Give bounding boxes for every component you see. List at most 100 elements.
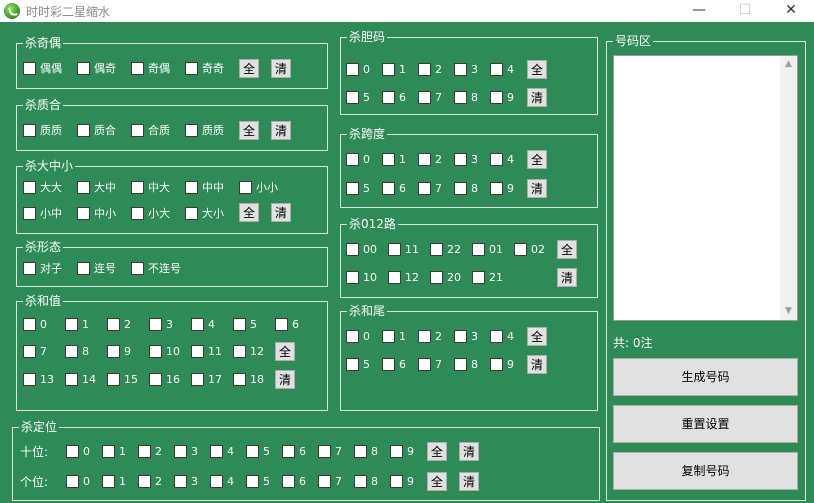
road-checkbox[interactable]: 22 <box>430 242 461 256</box>
checkbox-box[interactable] <box>318 474 331 488</box>
checkbox-box[interactable] <box>354 474 367 488</box>
sum-checkbox[interactable]: 9 <box>107 344 131 358</box>
units-clear-button[interactable]: 清 <box>459 472 479 491</box>
numbers-textarea[interactable]: ▲ ▼ <box>613 55 798 321</box>
checkbox-box[interactable] <box>107 317 120 331</box>
checkbox-box[interactable] <box>131 206 144 220</box>
tens-digit-checkbox[interactable]: 6 <box>282 444 306 458</box>
checkbox-box[interactable] <box>490 329 503 343</box>
size-checkbox[interactable]: 小中 <box>23 206 62 220</box>
minimize-button[interactable]: — <box>676 0 722 22</box>
checkbox-box[interactable] <box>23 261 36 275</box>
size-checkbox[interactable]: 大大 <box>23 180 62 194</box>
checkbox-box[interactable] <box>66 474 79 488</box>
scroll-up-icon[interactable]: ▲ <box>780 56 797 73</box>
tens-digit-checkbox[interactable]: 2 <box>138 444 162 458</box>
checkbox-box[interactable] <box>23 317 36 331</box>
checkbox-box[interactable] <box>23 180 36 194</box>
checkbox-box[interactable] <box>490 62 503 76</box>
sum-tail-checkbox[interactable]: 6 <box>382 357 406 371</box>
checkbox-box[interactable] <box>233 344 246 358</box>
road-select-all-button[interactable]: 全 <box>557 240 577 259</box>
span-checkbox[interactable]: 9 <box>490 181 514 195</box>
sum-checkbox[interactable]: 7 <box>23 344 47 358</box>
odd-even-checkbox[interactable]: 奇奇 <box>185 61 224 75</box>
checkbox-box[interactable] <box>23 61 36 75</box>
odd-even-select-all-button[interactable]: 全 <box>239 59 259 78</box>
checkbox-box[interactable] <box>191 344 204 358</box>
checkbox-box[interactable] <box>430 242 443 256</box>
checkbox-box[interactable] <box>454 329 467 343</box>
checkbox-box[interactable] <box>382 357 395 371</box>
odd-even-clear-button[interactable]: 清 <box>271 59 291 78</box>
units-digit-checkbox[interactable]: 4 <box>210 474 234 488</box>
checkbox-box[interactable] <box>77 180 90 194</box>
copy-button[interactable]: 复制号码 <box>613 452 798 490</box>
road-checkbox[interactable]: 10 <box>346 270 377 284</box>
checkbox-box[interactable] <box>346 270 359 284</box>
checkbox-box[interactable] <box>246 444 259 458</box>
sum-checkbox[interactable]: 1 <box>65 317 89 331</box>
checkbox-box[interactable] <box>418 90 431 104</box>
checkbox-box[interactable] <box>382 152 395 166</box>
size-checkbox[interactable]: 大小 <box>185 206 224 220</box>
checkbox-box[interactable] <box>102 444 115 458</box>
checkbox-box[interactable] <box>282 444 295 458</box>
shape-checkbox[interactable]: 连号 <box>77 261 116 275</box>
span-checkbox[interactable]: 2 <box>418 152 442 166</box>
checkbox-box[interactable] <box>430 270 443 284</box>
checkbox-box[interactable] <box>65 317 78 331</box>
checkbox-box[interactable] <box>191 372 204 386</box>
checkbox-box[interactable] <box>490 357 503 371</box>
checkbox-box[interactable] <box>472 242 485 256</box>
sum-checkbox[interactable]: 8 <box>65 344 89 358</box>
checkbox-box[interactable] <box>382 329 395 343</box>
bold-code-select-all-button[interactable]: 全 <box>527 60 547 79</box>
checkbox-box[interactable] <box>23 372 36 386</box>
tens-select-all-button[interactable]: 全 <box>427 442 447 461</box>
checkbox-box[interactable] <box>23 123 36 137</box>
sum-checkbox[interactable]: 15 <box>107 372 138 386</box>
sum-tail-checkbox[interactable]: 0 <box>346 329 370 343</box>
span-clear-button[interactable]: 清 <box>527 179 547 198</box>
size-clear-button[interactable]: 清 <box>271 203 291 222</box>
units-digit-checkbox[interactable]: 2 <box>138 474 162 488</box>
checkbox-box[interactable] <box>23 206 36 220</box>
checkbox-box[interactable] <box>66 444 79 458</box>
size-checkbox[interactable]: 中小 <box>77 206 116 220</box>
checkbox-box[interactable] <box>233 317 246 331</box>
checkbox-box[interactable] <box>354 444 367 458</box>
bold-code-checkbox[interactable]: 0 <box>346 62 370 76</box>
bold-code-checkbox[interactable]: 7 <box>418 90 442 104</box>
shape-checkbox[interactable]: 不连号 <box>131 261 181 275</box>
checkbox-box[interactable] <box>346 357 359 371</box>
sum-checkbox[interactable]: 13 <box>23 372 54 386</box>
checkbox-box[interactable] <box>388 242 401 256</box>
size-select-all-button[interactable]: 全 <box>239 203 259 222</box>
sum-checkbox[interactable]: 4 <box>191 317 215 331</box>
bold-code-checkbox[interactable]: 9 <box>490 90 514 104</box>
road-checkbox[interactable]: 11 <box>388 242 419 256</box>
checkbox-box[interactable] <box>490 152 503 166</box>
checkbox-box[interactable] <box>191 317 204 331</box>
checkbox-box[interactable] <box>185 61 198 75</box>
sum-checkbox[interactable]: 0 <box>23 317 47 331</box>
sum-checkbox[interactable]: 18 <box>233 372 264 386</box>
checkbox-box[interactable] <box>346 181 359 195</box>
sum-tail-checkbox[interactable]: 2 <box>418 329 442 343</box>
size-checkbox[interactable]: 小小 <box>239 180 278 194</box>
size-checkbox[interactable]: 中大 <box>131 180 170 194</box>
checkbox-box[interactable] <box>77 61 90 75</box>
tens-digit-checkbox[interactable]: 0 <box>66 444 90 458</box>
size-checkbox[interactable]: 小大 <box>131 206 170 220</box>
checkbox-box[interactable] <box>23 344 36 358</box>
span-checkbox[interactable]: 4 <box>490 152 514 166</box>
sum-checkbox[interactable]: 12 <box>233 344 264 358</box>
shape-checkbox[interactable]: 对子 <box>23 261 62 275</box>
prime-checkbox[interactable]: 合质 <box>131 123 170 137</box>
checkbox-box[interactable] <box>346 152 359 166</box>
checkbox-box[interactable] <box>454 357 467 371</box>
checkbox-box[interactable] <box>149 372 162 386</box>
sum-tail-select-all-button[interactable]: 全 <box>527 327 547 346</box>
sum-clear-button[interactable]: 清 <box>275 370 295 389</box>
